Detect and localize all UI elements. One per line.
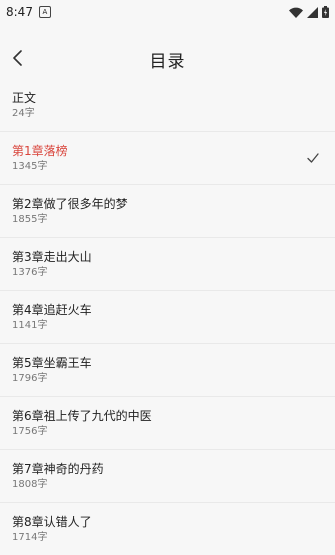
- chapter-title: 第7章神奇的丹药: [12, 462, 104, 476]
- chapter-item[interactable]: 第7章神奇的丹药 1808字: [0, 450, 335, 503]
- chapter-title: 第5章坐霸王车: [12, 356, 92, 370]
- chapter-list: 正文 24字 第1章落榜 1345字 第2章做了很多年的梦 1855字 第3章走…: [0, 79, 335, 555]
- chapter-word-count: 24字: [12, 108, 35, 119]
- chapter-title: 第2章做了很多年的梦: [12, 197, 128, 211]
- chapter-word-count: 1714字: [12, 532, 48, 543]
- status-time: 8:47: [6, 5, 33, 19]
- chapter-item[interactable]: 第2章做了很多年的梦 1855字: [0, 185, 335, 238]
- chapter-item[interactable]: 第4章追赶火车 1141字: [0, 291, 335, 344]
- chapter-title: 第1章落榜: [12, 144, 68, 158]
- chapter-title: 第4章追赶火车: [12, 303, 92, 317]
- chapter-item[interactable]: 正文 24字: [0, 79, 335, 132]
- check-icon: [307, 153, 319, 163]
- wifi-icon: [289, 7, 303, 18]
- chapter-word-count: 1756字: [12, 426, 48, 437]
- chapter-word-count: 1345字: [12, 161, 48, 172]
- chapter-item[interactable]: 第8章认错人了 1714字: [0, 503, 335, 555]
- chapter-word-count: 1808字: [12, 479, 48, 490]
- chapter-item-active[interactable]: 第1章落榜 1345字: [0, 132, 335, 185]
- chapter-title: 第8章认错人了: [12, 515, 92, 529]
- signal-icon: [307, 6, 318, 18]
- chapter-title: 正文: [12, 91, 37, 105]
- chapter-word-count: 1376字: [12, 267, 48, 278]
- chapter-word-count: 1855字: [12, 214, 48, 225]
- chapter-title: 第3章走出大山: [12, 250, 92, 264]
- status-bar: 8:47 A: [0, 0, 335, 24]
- battery-icon: [322, 6, 329, 18]
- status-icons: [289, 6, 329, 18]
- chapter-word-count: 1796字: [12, 373, 48, 384]
- chapter-item[interactable]: 第5章坐霸王车 1796字: [0, 344, 335, 397]
- page-title: 目录: [149, 52, 186, 72]
- notification-icon: A: [38, 6, 51, 18]
- chapter-title: 第6章祖上传了九代的中医: [12, 409, 152, 423]
- chapter-item[interactable]: 第6章祖上传了九代的中医 1756字: [0, 397, 335, 450]
- chapter-word-count: 1141字: [12, 320, 48, 331]
- chapter-item[interactable]: 第3章走出大山 1376字: [0, 238, 335, 291]
